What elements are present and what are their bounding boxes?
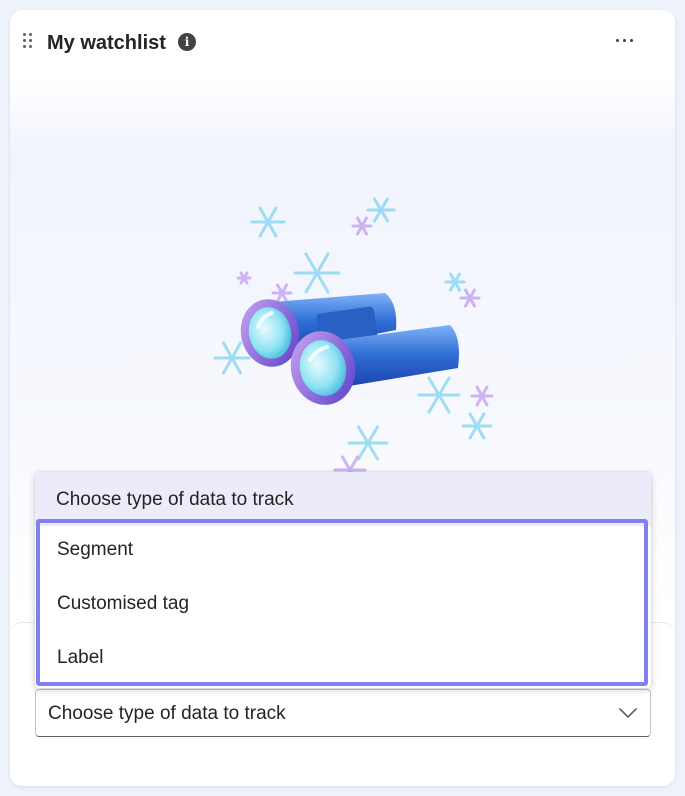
option-segment[interactable]: Segment [40,523,644,577]
more-options-button[interactable] [606,28,642,52]
dropdown-placeholder-option[interactable]: Choose type of data to track [35,472,651,526]
option-customised-tag[interactable]: Customised tag [40,577,644,631]
drag-handle-icon[interactable] [23,33,35,51]
widget-title: My watchlist [47,32,166,54]
binoculars-icon [240,293,459,405]
option-label[interactable]: Label [40,631,644,685]
option-label-text: Label [57,647,104,668]
binoculars-illustration [213,197,494,485]
chevron-down-icon [619,708,637,718]
option-label: Segment [57,539,134,560]
options-focus-outline: Segment Customised tag Label [36,519,648,686]
more-horizontal-icon [615,38,619,42]
card-header: My watchlist i [10,10,675,76]
data-type-select[interactable]: Choose type of data to track [35,689,651,737]
data-type-dropdown: Choose type of data to track Segment Cus… [35,472,651,688]
select-value: Choose type of data to track [48,703,286,724]
info-icon[interactable]: i [178,33,196,51]
dropdown-placeholder-label: Choose type of data to track [56,489,294,510]
option-label: Customised tag [57,593,190,614]
